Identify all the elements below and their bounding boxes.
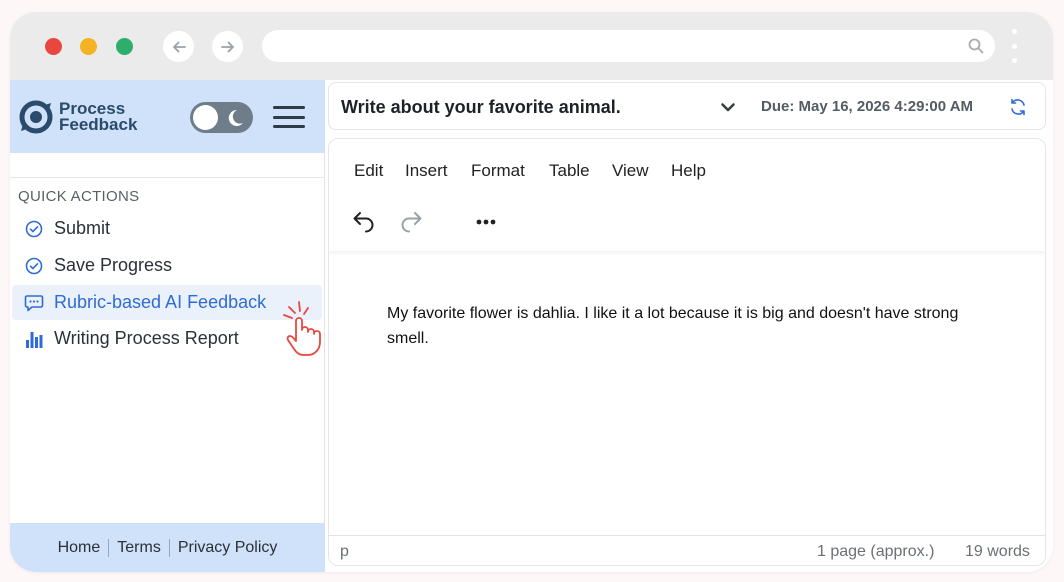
undo-icon[interactable] xyxy=(351,209,377,233)
footer-separator xyxy=(168,538,170,557)
browser-window: Process Feedback QUICK ACTIONS Submit Sa… xyxy=(10,12,1053,572)
sidebar: Process Feedback QUICK ACTIONS Submit Sa… xyxy=(10,80,325,572)
assignment-bar: Write about your favorite animal. Due: M… xyxy=(328,82,1046,130)
assignment-title: Write about your favorite animal. xyxy=(341,97,621,117)
chevron-down-icon[interactable] xyxy=(719,98,737,116)
close-window-dot[interactable] xyxy=(45,38,62,55)
menu-edit[interactable]: Edit xyxy=(354,161,383,181)
rubric-ai-feedback-action[interactable]: Rubric-based AI Feedback xyxy=(12,285,322,320)
pointer-hand-icon xyxy=(283,301,321,356)
moon-icon xyxy=(228,109,243,126)
hamburger-menu-icon[interactable] xyxy=(273,106,305,128)
process-feedback-logo-icon[interactable] xyxy=(18,99,54,135)
editor-menubar: Edit Insert Format Table View Help xyxy=(329,139,1045,251)
chat-icon xyxy=(23,294,45,312)
writing-process-report-label: Writing Process Report xyxy=(54,328,239,348)
address-bar[interactable] xyxy=(262,30,995,62)
rubric-ai-feedback-label: Rubric-based AI Feedback xyxy=(54,292,267,312)
element-path[interactable]: p xyxy=(340,543,349,561)
editor-content[interactable]: My favorite flower is dahlia. I like it … xyxy=(387,301,987,351)
menu-format[interactable]: Format xyxy=(471,161,525,181)
menu-help[interactable]: Help xyxy=(671,161,706,181)
more-options-icon[interactable] xyxy=(473,209,499,233)
maximize-window-dot[interactable] xyxy=(116,38,133,55)
brand-line-2: Feedback xyxy=(59,115,138,134)
back-button[interactable] xyxy=(163,31,194,62)
dark-mode-toggle[interactable] xyxy=(190,102,253,133)
submit-label: Submit xyxy=(54,218,111,238)
redo-icon[interactable] xyxy=(398,209,424,233)
word-count[interactable]: 19 words xyxy=(965,543,1030,561)
minimize-window-dot[interactable] xyxy=(80,38,97,55)
bar-chart-icon xyxy=(23,329,45,349)
save-progress-action[interactable]: Save Progress xyxy=(10,248,322,283)
quick-actions-heading: QUICK ACTIONS xyxy=(18,188,140,205)
writing-process-report-action[interactable]: Writing Process Report xyxy=(10,321,322,356)
forward-button[interactable] xyxy=(212,31,243,62)
footer-link-terms[interactable]: Terms xyxy=(117,539,161,557)
arrow-right-icon xyxy=(220,41,234,52)
menu-insert[interactable]: Insert xyxy=(405,161,448,181)
refresh-icon[interactable] xyxy=(1008,97,1028,117)
submit-action[interactable]: Submit xyxy=(10,211,322,246)
browser-chrome xyxy=(10,12,1053,80)
due-date: Due: May 16, 2026 4:29:00 AM xyxy=(761,98,974,115)
arrow-left-icon xyxy=(172,41,186,52)
menu-view[interactable]: View xyxy=(612,161,649,181)
toggle-knob xyxy=(193,105,218,130)
search-icon[interactable] xyxy=(967,37,985,55)
sidebar-header: Process Feedback xyxy=(10,80,325,153)
kebab-icon[interactable] xyxy=(1011,29,1017,63)
menu-table[interactable]: Table xyxy=(549,161,590,181)
text-editor: Edit Insert Format Table View Help My fa… xyxy=(328,138,1046,566)
check-circle-icon xyxy=(23,257,45,275)
editor-statusbar: p 1 page (approx.) 19 words xyxy=(329,535,1045,565)
save-progress-label: Save Progress xyxy=(54,255,173,275)
sidebar-footer: Home Terms Privacy Policy xyxy=(10,523,325,572)
footer-link-privacy-policy[interactable]: Privacy Policy xyxy=(178,539,278,557)
check-circle-icon xyxy=(23,220,45,238)
footer-separator xyxy=(108,538,110,557)
footer-link-home[interactable]: Home xyxy=(58,539,101,557)
sidebar-divider xyxy=(10,177,325,178)
brand-name[interactable]: Process Feedback xyxy=(59,100,138,134)
page-count: 1 page (approx.) xyxy=(817,543,935,560)
